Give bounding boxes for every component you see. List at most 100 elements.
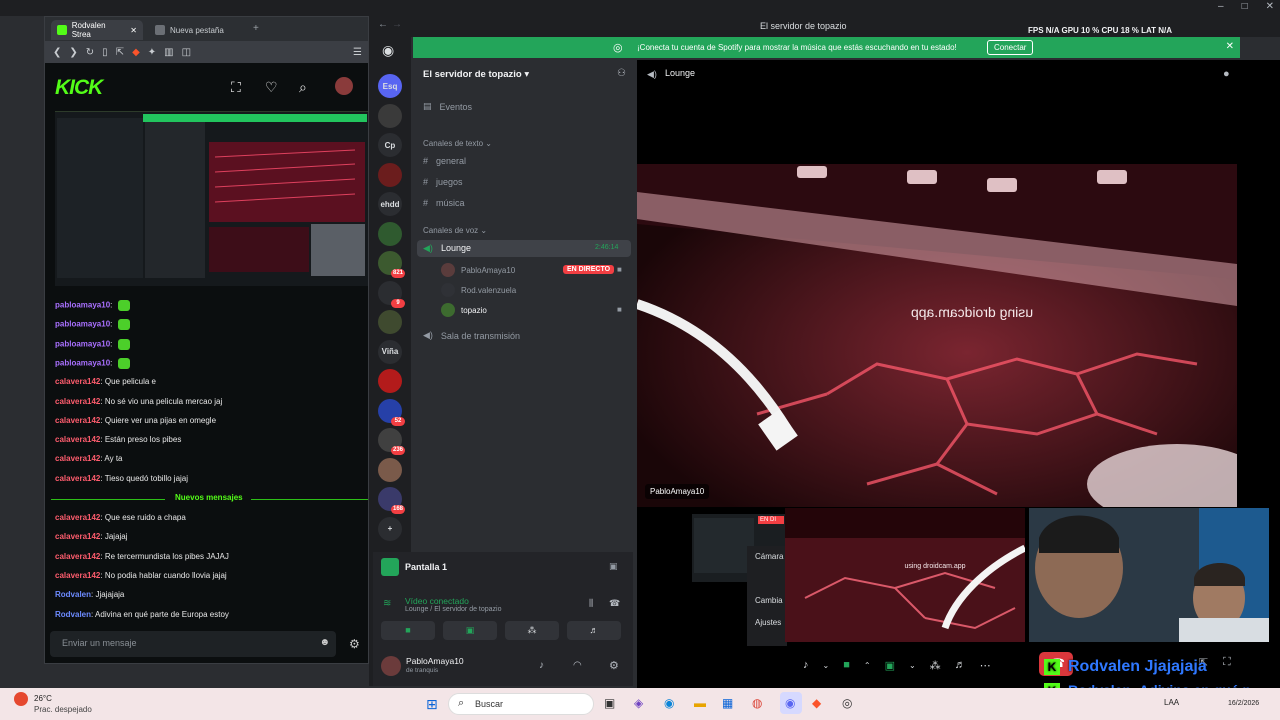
- chat-username[interactable]: pabloamaya10: [55, 359, 110, 368]
- wallet-icon[interactable]: ◫: [182, 47, 191, 58]
- brave-icon[interactable]: ◆: [812, 696, 821, 710]
- reload-icon[interactable]: ↻: [86, 47, 94, 58]
- chevron-down-icon[interactable]: ⌄: [909, 661, 916, 670]
- language-indicator[interactable]: LAA: [1164, 698, 1179, 707]
- chat-input[interactable]: Enviar un mensaje ☻: [50, 631, 336, 657]
- nav-forward-icon[interactable]: →: [392, 19, 402, 30]
- server-icon[interactable]: Viña: [378, 339, 402, 364]
- server-icon[interactable]: [378, 310, 402, 334]
- camera-toggle-icon[interactable]: ■: [843, 659, 850, 671]
- kick-logo[interactable]: KICK: [55, 76, 103, 100]
- minimize-icon[interactable]: –: [1218, 1, 1224, 12]
- share-screen-toggle-icon[interactable]: ▣: [885, 659, 895, 672]
- server-icon[interactable]: [378, 369, 402, 393]
- close-tab-icon[interactable]: ✕: [130, 26, 137, 35]
- voice-category-header[interactable]: Canales de voz ⌄: [423, 226, 487, 235]
- chat-username[interactable]: calavera142: [55, 377, 100, 386]
- server-icon[interactable]: [378, 103, 402, 128]
- share-screen-button[interactable]: ▣: [443, 621, 497, 640]
- channel-juegos[interactable]: # juegos: [423, 177, 463, 187]
- chat-username[interactable]: calavera142: [55, 552, 100, 561]
- stop-stream-icon[interactable]: ▣: [609, 561, 618, 572]
- chat-username[interactable]: calavera142: [55, 571, 100, 580]
- disconnect-icon[interactable]: ☎: [609, 598, 620, 609]
- menu-camera[interactable]: Cámara: [755, 552, 783, 561]
- weather-icon[interactable]: [14, 692, 28, 706]
- server-icon[interactable]: ehdd: [378, 192, 402, 216]
- camera-thumbnail[interactable]: using droidcam.app: [785, 508, 1025, 642]
- server-icon[interactable]: 168: [378, 487, 405, 514]
- chat-username[interactable]: calavera142: [55, 435, 100, 444]
- weather-temp[interactable]: 26°C: [34, 694, 52, 703]
- menu-settings[interactable]: Ajustes: [755, 618, 781, 627]
- soundboard-button[interactable]: ♬: [567, 621, 621, 640]
- channel-musica[interactable]: # música: [423, 198, 465, 208]
- voice-user-topazio[interactable]: topazio: [441, 303, 487, 317]
- windows-start-icon[interactable]: ⊞: [426, 696, 438, 713]
- text-category-header[interactable]: Canales de texto ⌄: [423, 139, 492, 148]
- forward-icon[interactable]: ❯: [69, 47, 77, 58]
- search-icon[interactable]: ⌕: [299, 79, 307, 96]
- menu-change[interactable]: Cambia: [755, 596, 783, 605]
- server-icon[interactable]: +: [378, 516, 402, 541]
- discord-home-icon[interactable]: ◉: [382, 42, 394, 59]
- mute-microphone-icon[interactable]: ♪: [803, 659, 809, 671]
- chat-username[interactable]: calavera142: [55, 397, 100, 406]
- taskbar-search[interactable]: ⌕ Buscar: [448, 693, 594, 715]
- file-explorer-icon[interactable]: ▬: [694, 696, 706, 710]
- discord-taskbar-item[interactable]: ◉: [780, 692, 802, 714]
- obs-icon[interactable]: ◎: [842, 696, 852, 710]
- server-icon[interactable]: Cp: [378, 133, 402, 157]
- microphone-icon[interactable]: ♪: [539, 660, 544, 671]
- camera-button[interactable]: ■: [381, 621, 435, 640]
- menu-icon[interactable]: ☰: [353, 47, 362, 58]
- chat-username[interactable]: calavera142: [55, 532, 100, 541]
- soundboard-icon[interactable]: ♬: [955, 659, 966, 671]
- stream-player[interactable]: [55, 111, 368, 286]
- chat-username[interactable]: calavera142: [55, 416, 100, 425]
- voice-user-rodvalenzuela[interactable]: Rod.valenzuela: [441, 283, 516, 297]
- invite-people-icon[interactable]: ⚇: [617, 68, 626, 79]
- bookmark-icon[interactable]: ▯: [102, 47, 108, 58]
- copilot-icon[interactable]: ◈: [634, 696, 643, 710]
- voice-user-pabloamaya10[interactable]: PabloAmaya10: [441, 263, 515, 277]
- server-icon[interactable]: 821: [378, 251, 405, 278]
- extensions-icon[interactable]: ✦: [148, 47, 156, 58]
- voice-channel-lounge[interactable]: ◀) Lounge 2:46:14: [417, 240, 631, 257]
- chevron-up-icon[interactable]: ⌃: [864, 661, 871, 670]
- back-icon[interactable]: ❮: [53, 47, 61, 58]
- activities-icon[interactable]: ⁂: [930, 659, 941, 672]
- channel-general[interactable]: # general: [423, 156, 466, 166]
- server-icon[interactable]: Esq: [378, 74, 402, 98]
- server-icon[interactable]: 236: [378, 428, 405, 455]
- chat-username[interactable]: calavera142: [55, 474, 100, 483]
- chat-settings-gear-icon[interactable]: ⚙: [349, 637, 360, 651]
- heart-icon[interactable]: ♡: [265, 79, 278, 96]
- chat-username[interactable]: calavera142: [55, 513, 100, 522]
- avatar[interactable]: [335, 77, 353, 95]
- close-icon[interactable]: ✕: [1266, 1, 1274, 12]
- spotify-connect-button[interactable]: Conectar: [987, 40, 1034, 55]
- task-view-icon[interactable]: ▣: [604, 696, 615, 710]
- server-name-header[interactable]: El servidor de topazio ▾: [423, 69, 529, 80]
- chevron-down-icon[interactable]: ⌄: [823, 661, 830, 670]
- webcam-thumbnail[interactable]: [1029, 508, 1269, 642]
- chat-bubble-icon[interactable]: ●: [1223, 68, 1230, 80]
- emoji-icon[interactable]: ☻: [319, 637, 330, 648]
- chat-username[interactable]: Rodvalen: [55, 610, 91, 619]
- tab-rodvalen-stream[interactable]: Rodvalen Strea ✕: [51, 20, 143, 40]
- chat-username[interactable]: pabloamaya10: [55, 339, 110, 348]
- headphones-icon[interactable]: ◠: [573, 660, 582, 671]
- tab-new-tab[interactable]: Nueva pestaña: [149, 20, 249, 40]
- server-icon[interactable]: [378, 162, 402, 187]
- main-camera-feed[interactable]: using droidcam.app PabloAmaya10: [637, 164, 1237, 507]
- store-icon[interactable]: ▦: [722, 696, 733, 710]
- noise-icon[interactable]: ⫼: [589, 598, 593, 609]
- chat-username[interactable]: calavera142: [55, 454, 100, 463]
- window-controls[interactable]: – □ ✕: [1218, 1, 1274, 12]
- nav-back-icon[interactable]: ←: [378, 19, 388, 30]
- chat-username[interactable]: pabloamaya10: [55, 301, 110, 310]
- maximize-icon[interactable]: □: [1242, 1, 1248, 12]
- user-settings-gear-icon[interactable]: ⚙: [609, 659, 619, 672]
- events-item[interactable]: ▤ Eventos: [423, 101, 472, 112]
